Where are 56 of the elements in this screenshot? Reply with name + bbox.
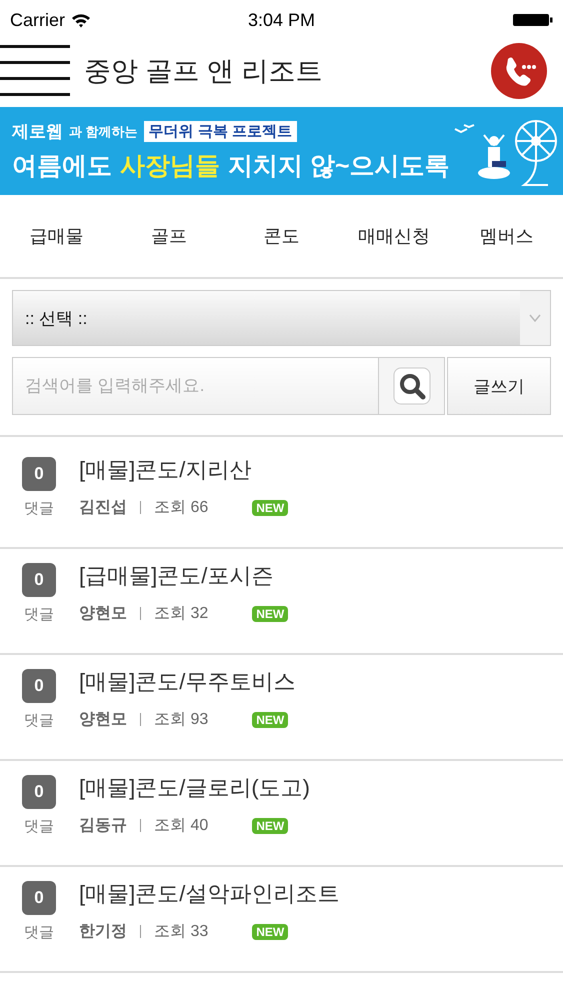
nav-tab[interactable]: 콘도 (225, 195, 338, 277)
post-author: 양현모 (79, 604, 127, 624)
banner-headline: 여름에도 (12, 151, 112, 182)
new-badge: NEW (252, 606, 288, 622)
search-icon (392, 367, 430, 405)
comment-label: 댓글 (23, 605, 55, 624)
comment-label: 댓글 (23, 499, 55, 518)
category-select[interactable]: :: 선택 :: (12, 290, 551, 346)
post-author: 양현모 (79, 710, 127, 730)
post-title[interactable]: [매물]콘도/무주토비스 (79, 667, 296, 697)
phone-icon (491, 43, 547, 99)
comment-count: 0 (22, 669, 56, 703)
new-badge: NEW (252, 500, 288, 516)
view-count: 조회 32 (154, 604, 208, 624)
banner-tag: 무더위 극복 프로젝트 (144, 121, 297, 142)
banner-text: 과 함께하는 (69, 122, 138, 140)
caret-icon (520, 291, 550, 345)
nav-tab[interactable]: 골프 (112, 195, 226, 277)
new-badge: NEW (252, 924, 288, 940)
search-button[interactable] (379, 357, 445, 415)
clock-time: 3:04 PM (248, 10, 316, 30)
post-title[interactable]: [매물]콘도/지리산 (79, 455, 288, 485)
view-count: 조회 33 (154, 922, 208, 942)
carrier-name: Carrier (10, 10, 66, 30)
nav-tab[interactable]: 매매신청 (338, 195, 450, 277)
banner-highlight: 사장님들 (120, 151, 220, 182)
view-count: 조회 40 (154, 816, 208, 836)
new-badge: NEW (252, 712, 288, 728)
comment-count: 0 (22, 775, 56, 809)
post-title[interactable]: [급매물]콘도/포시즌 (79, 561, 288, 591)
app-title: 중앙 골프 앤 리조트 (84, 55, 324, 88)
banner-headline: 지치지 않~으시도록 (228, 151, 450, 182)
comment-label: 댓글 (23, 817, 55, 836)
banner-brand: 제로웹 (12, 121, 63, 143)
nav-tab[interactable]: 급매물 (0, 195, 113, 277)
comment-count: 0 (22, 881, 56, 915)
wifi-icon (71, 12, 92, 28)
post-title[interactable]: [매물]콘도/글로리(도고) (79, 773, 310, 803)
call-button[interactable] (491, 43, 547, 99)
menu-button[interactable] (0, 45, 70, 97)
comment-count: 0 (22, 563, 56, 597)
view-count: 조회 93 (154, 710, 208, 730)
nav-tab[interactable]: 멤버스 (450, 195, 563, 277)
new-badge: NEW (252, 818, 288, 834)
search-field[interactable]: 검색어를 입력해주세요. (12, 357, 379, 415)
menu-icon (0, 45, 70, 97)
comment-count: 0 (22, 457, 56, 491)
comment-label: 댓글 (23, 711, 55, 730)
post-author: 김동규 (79, 816, 127, 836)
write-button[interactable]: 글쓰기 (447, 357, 551, 415)
battery-icon (513, 13, 553, 27)
post-title[interactable]: [매물]콘도/설악파인리조트 (79, 879, 340, 909)
comment-label: 댓글 (23, 923, 55, 942)
view-count: 조회 66 (154, 498, 208, 518)
post-author: 김진섭 (79, 498, 127, 518)
post-author: 한기정 (79, 922, 127, 942)
